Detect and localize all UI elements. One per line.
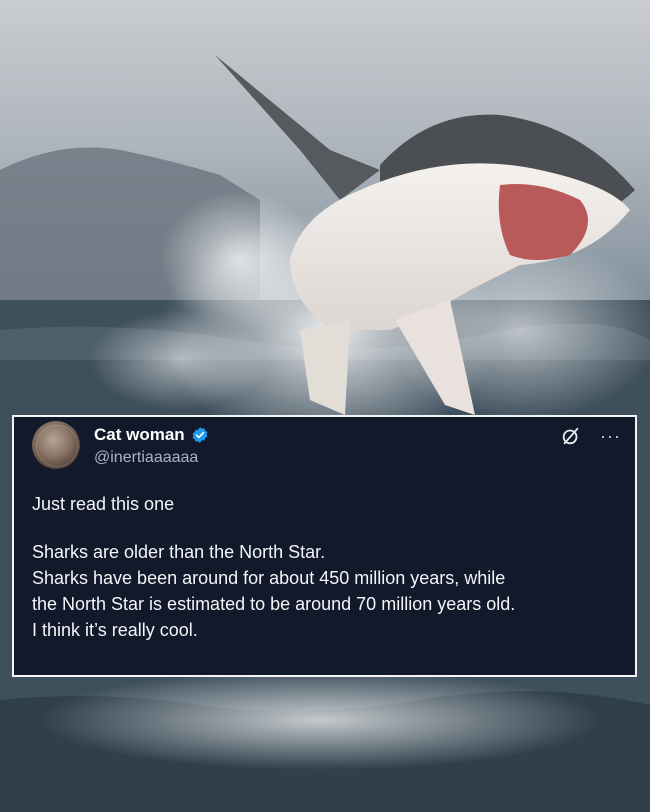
author-row: Cat woman xyxy=(94,423,209,447)
background-photo xyxy=(0,0,650,812)
shark-breach-illustration xyxy=(0,55,650,812)
grok-icon[interactable] xyxy=(560,425,582,447)
tweet-actions: ··· xyxy=(560,425,621,447)
tweet-line: the North Star is estimated to be around… xyxy=(32,594,516,614)
tweet-line: I think it’s really cool. xyxy=(32,620,198,640)
tweet-card[interactable]: Cat woman @inertiaaaaaa ··· Just read th… xyxy=(12,415,637,677)
tweet-line: Sharks are older than the North Star. xyxy=(32,542,326,562)
tweet-text: Just read this one Sharks are older than… xyxy=(32,491,617,643)
author-handle[interactable]: @inertiaaaaaa xyxy=(94,449,198,467)
tweet-intro: Just read this one xyxy=(32,494,175,514)
tweet-line: Sharks have been around for about 450 mi… xyxy=(32,568,506,588)
verified-badge-icon xyxy=(191,426,209,444)
tweet-paragraph: Sharks are older than the North Star. Sh… xyxy=(32,539,617,643)
avatar[interactable] xyxy=(32,421,80,469)
avatar-ring xyxy=(36,425,78,467)
more-options-icon[interactable]: ··· xyxy=(600,427,621,445)
display-name[interactable]: Cat woman xyxy=(94,425,185,445)
